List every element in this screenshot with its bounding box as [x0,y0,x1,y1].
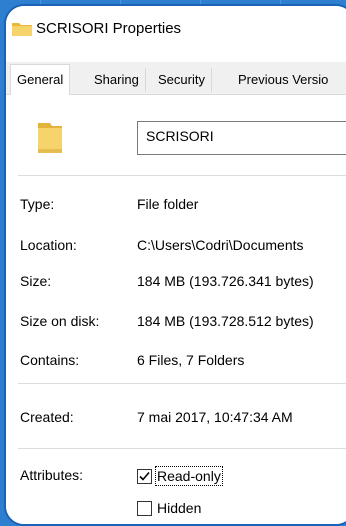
folder-icon [12,23,32,36]
created-value: 7 mai 2017, 10:47:34 AM [137,409,293,425]
size-label: Size: [20,273,52,289]
folder-icon [38,123,62,153]
read-only-checkbox[interactable] [137,469,152,484]
tab-security[interactable]: Security [152,68,212,92]
size-on-disk-label: Size on disk: [20,313,100,329]
properties-window: SCRISORI Properties General Sharing Secu… [4,4,346,526]
divider [18,448,346,449]
title-bar[interactable]: SCRISORI Properties [6,6,346,54]
tab-strip: General Sharing Security Previous Versio [6,62,346,95]
tab-sharing[interactable]: Sharing [88,68,146,92]
tab-general[interactable]: General [10,64,71,95]
hidden-checkbox[interactable] [137,501,152,516]
window-title: SCRISORI Properties [36,20,182,37]
divider [18,383,346,384]
size-on-disk-value: 184 MB (193.728.512 bytes) [137,313,314,329]
general-tab-content: SCRISORI Type: File folder Location: C:\… [6,95,346,524]
location-value: C:\Users\Codri\Documents [137,237,304,253]
type-value: File folder [137,196,199,212]
attributes-label: Attributes: [20,467,84,483]
checkmark-icon [139,471,150,481]
type-label: Type: [20,196,55,212]
contains-value: 6 Files, 7 Folders [137,352,245,368]
contains-label: Contains: [20,352,80,368]
tab-previous-versions[interactable]: Previous Versio [232,68,334,92]
hidden-label[interactable]: Hidden [157,500,201,516]
created-label: Created: [20,409,74,425]
size-value: 184 MB (193.726.341 bytes) [137,273,314,289]
divider [18,175,346,176]
folder-name-input[interactable]: SCRISORI [137,121,346,155]
location-label: Location: [20,237,77,253]
read-only-label[interactable]: Read-only [155,466,223,486]
